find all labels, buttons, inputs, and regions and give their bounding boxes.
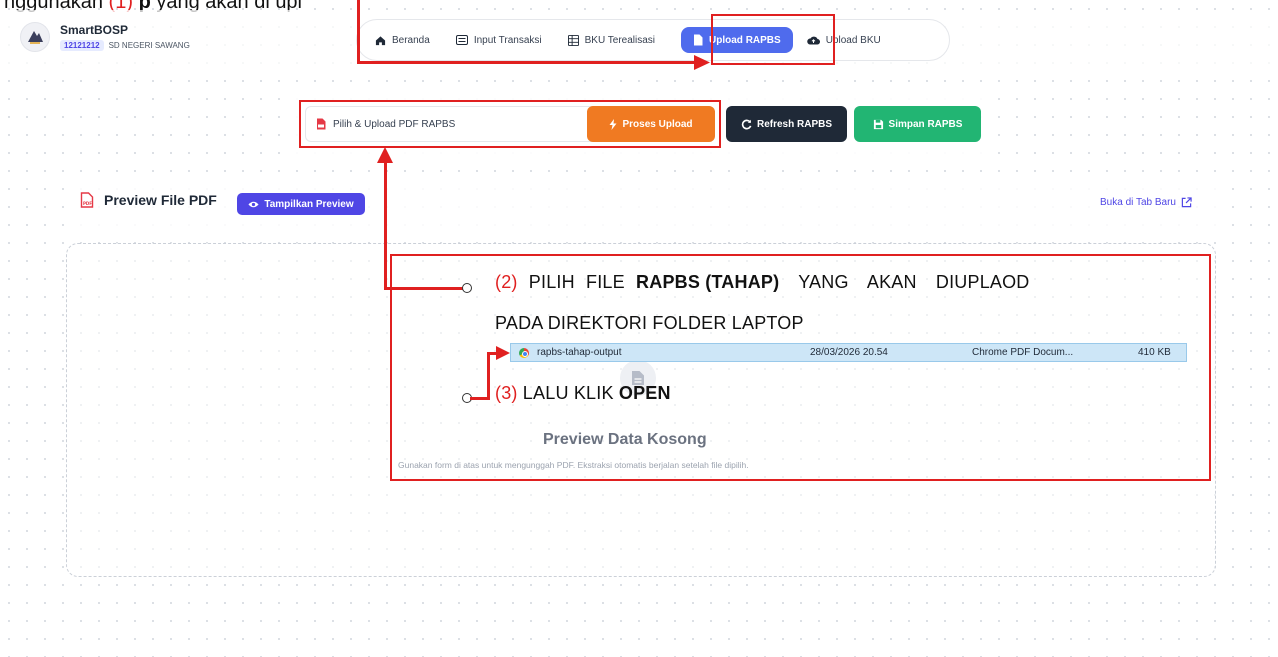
annotation-step2-line2: PADA DIREKTORI FOLDER LAPTOP: [495, 313, 804, 333]
table-icon: [567, 34, 579, 46]
bullet-step3: [462, 393, 472, 403]
lightning-icon: [609, 118, 617, 130]
npsn-badge: 12121212: [60, 40, 104, 51]
nav-upload-rapbs[interactable]: Upload RAPBS: [681, 27, 793, 53]
simpan-rapbs-button[interactable]: Simpan RAPBS: [854, 106, 981, 142]
annotation-step2-line1: (2) PILIH FILE RAPBS (TAHAP) YANG AKAN D…: [495, 272, 1030, 292]
nav-beranda[interactable]: Beranda: [375, 35, 430, 46]
file-picker-label: Pilih & Upload PDF RAPBS: [333, 118, 456, 130]
nav-input-transaksi[interactable]: Input Transaksi: [455, 35, 542, 46]
arrow-to-file-row: [496, 346, 510, 360]
file-name: rapbs-tahap-output: [537, 347, 622, 358]
empty-preview-description: Gunakan form di atas untuk mengunggah PD…: [398, 460, 749, 470]
annotation-step3: (3) LALU KLIK OPEN: [495, 383, 671, 403]
school-logo-icon: [28, 31, 43, 44]
preview-title: PDF Preview File PDF: [80, 192, 217, 208]
proses-upload-button[interactable]: Proses Upload: [587, 106, 715, 142]
tampilkan-preview-button[interactable]: Tampilkan Preview: [237, 193, 365, 215]
school-name: SD NEGERI SAWANG: [108, 41, 190, 50]
file-size: 410 KB: [1138, 347, 1171, 358]
arrow-to-upload-rapbs: [694, 55, 710, 70]
eye-icon: [248, 201, 259, 207]
keyboard-icon: [455, 35, 468, 45]
refresh-icon: [741, 119, 752, 129]
file-date: 28/03/2026 20.54: [810, 347, 888, 358]
file-explorer-row[interactable]: rapbs-tahap-output 28/03/2026 20.54 Chro…: [510, 343, 1187, 362]
brand-name: SmartBOSP: [60, 23, 129, 37]
external-link-icon: [1181, 197, 1192, 208]
pdf-file-icon: [317, 118, 326, 130]
empty-preview-title: Preview Data Kosong: [543, 431, 707, 448]
brand: SmartBOSP 12121212 SD NEGERI SAWANG: [20, 22, 190, 52]
brand-logo: [20, 22, 50, 52]
open-new-tab-link[interactable]: Buka di Tab Baru: [1100, 197, 1192, 208]
file-type: Chrome PDF Docum...: [972, 347, 1074, 358]
nav-upload-bku[interactable]: Upload BKU: [806, 35, 881, 46]
bullet-step2: [462, 283, 472, 293]
main-nav: Beranda Input Transaksi BKU Terealisasi …: [356, 19, 950, 61]
refresh-rapbs-button[interactable]: Refresh RAPBS: [726, 106, 847, 142]
arrow-to-file-picker: [377, 147, 393, 163]
preview-area: [66, 243, 1216, 577]
nav-bku-terealisasi[interactable]: BKU Terealisasi: [567, 34, 655, 46]
chrome-icon: [519, 348, 529, 358]
save-icon: [873, 119, 883, 129]
svg-text:PDF: PDF: [83, 201, 92, 206]
cloud-upload-icon: [806, 36, 820, 45]
file-icon: [694, 34, 703, 46]
pdf-outline-icon: PDF: [80, 192, 94, 208]
home-icon: [375, 35, 386, 45]
